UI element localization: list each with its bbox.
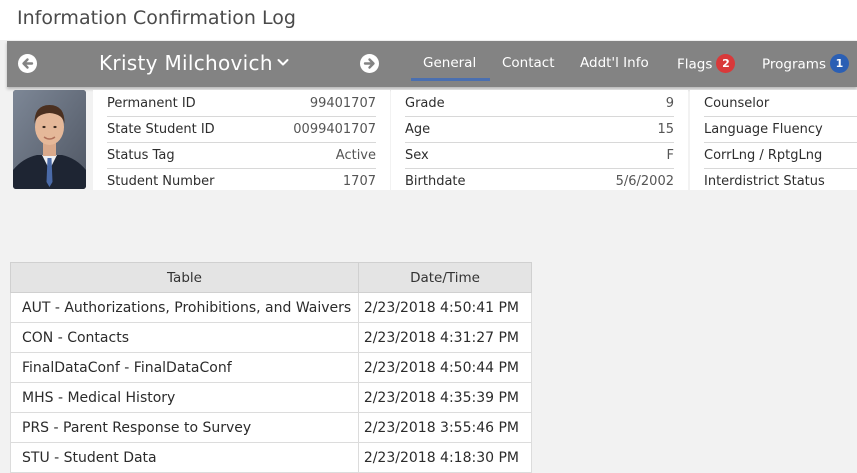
next-student-button[interactable]	[359, 53, 380, 74]
table-cell-table: CON - Contacts	[10, 322, 359, 353]
info-label: Interdistrict Status	[704, 174, 825, 189]
info-row-status-tag: Status Tag Active	[107, 143, 376, 169]
table-cell-datetime: 2/23/2018 4:18:30 PM	[358, 442, 532, 473]
info-label: Language Fluency	[704, 122, 823, 137]
info-row-counselor: Counselor	[704, 91, 857, 117]
info-label: Age	[405, 122, 431, 137]
info-value: Active	[335, 148, 376, 163]
info-label: Counselor	[704, 96, 770, 111]
tab-label: Addt'l Info	[580, 55, 649, 71]
circle-arrow-left-icon	[18, 54, 37, 73]
info-label: Permanent ID	[107, 96, 196, 111]
info-value: F	[666, 148, 674, 163]
table-cell-datetime: 2/23/2018 4:35:39 PM	[358, 382, 532, 413]
info-row-student-number: Student Number 1707	[107, 169, 376, 194]
info-value: 1707	[342, 174, 376, 189]
column-header-datetime[interactable]: Date/Time	[358, 262, 532, 293]
table-header-row: Table Date/Time	[10, 262, 532, 293]
student-name[interactable]: Kristy Milchovich	[99, 51, 273, 75]
flags-count-badge: 2	[716, 54, 736, 73]
info-row-grade: Grade 9	[405, 91, 674, 117]
student-photo	[13, 90, 86, 189]
table-cell-table: AUT - Authorizations, Prohibitions, and …	[10, 292, 359, 323]
student-portrait-image	[13, 90, 86, 189]
info-value: 99401707	[309, 96, 376, 111]
student-info-panel-ids: Permanent ID 99401707 State Student ID 0…	[93, 90, 390, 190]
student-info-panel-services: Counselor Language Fluency CorrLng / Rpt…	[690, 90, 857, 190]
table-cell-table: FinalDataConf - FinalDataConf	[10, 352, 359, 383]
chevron-down-icon[interactable]	[277, 58, 289, 67]
active-tab-indicator	[411, 78, 490, 81]
info-row-permanent-id: Permanent ID 99401707	[107, 91, 376, 117]
info-row-birthdate: Birthdate 5/6/2002	[405, 169, 674, 194]
page-header: Information Confirmation Log	[0, 0, 857, 40]
info-label: Student Number	[107, 174, 215, 189]
info-value: 5/6/2002	[615, 174, 674, 189]
info-row-sex: Sex F	[405, 143, 674, 169]
info-row-corrlng-rptglng: CorrLng / RptgLng	[704, 143, 857, 169]
info-label: Birthdate	[405, 174, 466, 189]
confirmation-log-table: Table Date/Time AUT - Authorizations, Pr…	[10, 262, 532, 473]
tab-label: General	[423, 55, 477, 71]
table-row[interactable]: FinalDataConf - FinalDataConf 2/23/2018 …	[10, 352, 532, 383]
info-label: Sex	[405, 148, 429, 163]
table-row[interactable]: AUT - Authorizations, Prohibitions, and …	[10, 292, 532, 323]
tab-label: Contact	[502, 55, 555, 71]
tab-general[interactable]: General	[423, 55, 476, 71]
info-label: State Student ID	[107, 122, 215, 137]
tab-addtl-info[interactable]: Addt'l Info	[580, 55, 649, 71]
table-cell-table: PRS - Parent Response to Survey	[10, 412, 359, 443]
info-value: 9	[665, 96, 674, 111]
table-cell-datetime: 2/23/2018 3:55:46 PM	[358, 412, 532, 443]
info-row-interdistrict-status: Interdistrict Status	[704, 169, 857, 194]
page-title: Information Confirmation Log	[17, 7, 296, 29]
tab-label: Programs	[762, 56, 826, 73]
tab-contact[interactable]: Contact	[502, 55, 555, 71]
student-banner: Kristy Milchovich General Contact Addt'l…	[7, 41, 857, 87]
previous-student-button[interactable]	[17, 53, 38, 74]
tab-label: Flags	[677, 56, 713, 73]
info-row-age: Age 15	[405, 117, 674, 143]
tab-flags[interactable]: Flags 2	[677, 54, 736, 74]
table-cell-datetime: 2/23/2018 4:50:41 PM	[358, 292, 532, 323]
table-cell-table: STU - Student Data	[10, 442, 359, 473]
info-label: Status Tag	[107, 148, 175, 163]
table-cell-datetime: 2/23/2018 4:50:44 PM	[358, 352, 532, 383]
table-cell-datetime: 2/23/2018 4:31:27 PM	[358, 322, 532, 353]
table-row[interactable]: MHS - Medical History 2/23/2018 4:35:39 …	[10, 382, 532, 413]
table-row[interactable]: PRS - Parent Response to Survey 2/23/201…	[10, 412, 532, 443]
info-value: 15	[657, 122, 674, 137]
table-row[interactable]: STU - Student Data 2/23/2018 4:18:30 PM	[10, 442, 532, 473]
programs-count-badge: 1	[830, 54, 849, 73]
table-row[interactable]: CON - Contacts 2/23/2018 4:31:27 PM	[10, 322, 532, 353]
circle-arrow-right-icon	[360, 54, 379, 73]
info-row-state-student-id: State Student ID 0099401707	[107, 117, 376, 143]
student-info-panel-demographics: Grade 9 Age 15 Sex F Birthdate 5/6/2002	[391, 90, 688, 190]
info-row-language-fluency: Language Fluency	[704, 117, 857, 143]
table-cell-table: MHS - Medical History	[10, 382, 359, 413]
column-header-table[interactable]: Table	[10, 262, 359, 293]
info-label: CorrLng / RptgLng	[704, 148, 823, 163]
info-label: Grade	[405, 96, 445, 111]
tab-programs[interactable]: Programs 1	[762, 54, 849, 74]
info-value: 0099401707	[293, 122, 376, 137]
